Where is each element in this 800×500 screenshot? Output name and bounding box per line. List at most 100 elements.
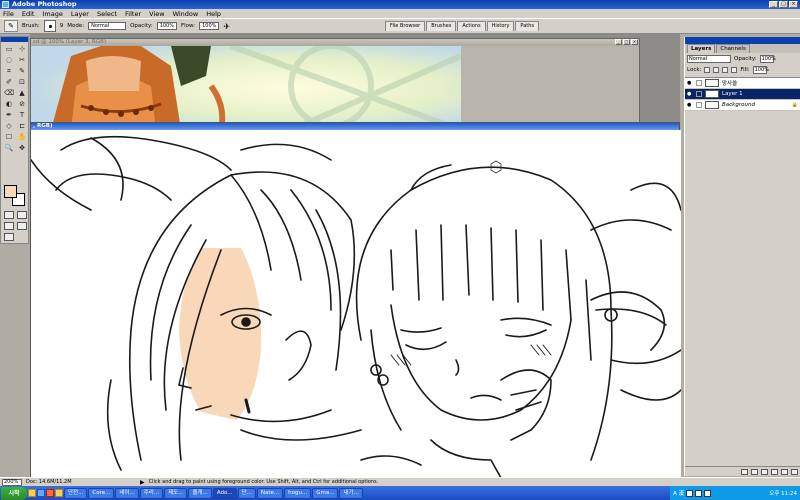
history-brush-tool-icon[interactable]: ▲ <box>16 88 28 98</box>
flow-input[interactable]: 100% <box>199 22 220 30</box>
slice-tool-icon[interactable]: ✎ <box>16 66 28 76</box>
layers-palette-header[interactable] <box>685 37 800 44</box>
taskbar-window-button-active[interactable]: Ado... <box>212 487 237 499</box>
gradient-tool-icon[interactable]: ⊘ <box>16 99 28 109</box>
taskbar-window-button[interactable]: 올개... <box>188 487 212 499</box>
blur-tool-icon[interactable]: ✒ <box>3 110 15 120</box>
layer-row[interactable]: ● 망사쓸 <box>685 78 800 89</box>
lock-all-checkbox[interactable] <box>731 66 738 73</box>
tab-paths[interactable]: Paths <box>515 21 539 31</box>
fill-input[interactable]: 100% <box>752 65 769 74</box>
lock-image-checkbox[interactable] <box>713 66 720 73</box>
menu-file[interactable]: File <box>3 10 14 18</box>
active-document-title-bar[interactable]: , RGB) <box>31 123 679 130</box>
tray-volume-icon[interactable] <box>695 489 703 497</box>
healing-brush-tool-icon[interactable]: ✐ <box>3 77 15 87</box>
document-window-back[interactable]: sd @ 100% (Layer 3, RGB) _ □ × <box>30 38 640 130</box>
brush-tool-preset-icon[interactable]: ✎ <box>4 20 18 32</box>
jump-to-imageready-icon[interactable] <box>4 233 14 241</box>
lasso-tool-icon[interactable]: ◌ <box>3 55 15 65</box>
taskbar-window-button[interactable]: 주리... <box>139 487 164 499</box>
layer-row-selected[interactable]: ● Layer 1 <box>685 89 800 100</box>
document-size-info[interactable]: Doc: 14.6M/11.2M <box>26 479 136 485</box>
doc-close-button[interactable]: × <box>631 39 638 45</box>
opacity-input[interactable]: 100% <box>156 22 177 30</box>
taskbar-window-button[interactable]: Nate... <box>256 487 284 499</box>
quicklaunch-app-icon[interactable] <box>46 489 54 497</box>
document-title-bar[interactable]: sd @ 100% (Layer 3, RGB) _ □ × <box>31 39 639 46</box>
quicklaunch-folder-icon[interactable] <box>55 489 63 497</box>
clone-stamp-tool-icon[interactable]: ⌫ <box>3 88 15 98</box>
close-button[interactable]: × <box>789 1 798 8</box>
screen-mode-full-icon[interactable] <box>17 222 27 230</box>
blend-mode-select[interactable]: Normal <box>687 54 731 63</box>
zoom-level-input[interactable]: 200% <box>2 478 22 486</box>
eraser-tool-icon[interactable]: ◐ <box>3 99 15 109</box>
mode-select[interactable]: Normal <box>88 22 127 30</box>
layer-brush-icon[interactable] <box>696 91 702 97</box>
crop-tool-icon[interactable]: ⌗ <box>3 66 15 76</box>
layer-style-icon[interactable] <box>741 468 748 475</box>
tab-actions[interactable]: Actions <box>457 21 486 31</box>
quick-mask-mode-icon[interactable] <box>17 211 27 219</box>
status-menu-arrow-icon[interactable]: ▶ <box>140 479 145 486</box>
start-button[interactable]: 시작 <box>1 486 27 500</box>
quicklaunch-ie-icon[interactable] <box>37 489 45 497</box>
foreground-color[interactable] <box>4 185 17 198</box>
magic-wand-tool-icon[interactable]: ✂ <box>16 55 28 65</box>
taskbar-window-button[interactable]: 내가... <box>339 487 363 499</box>
tray-messenger-icon[interactable] <box>704 489 712 497</box>
lock-transparency-checkbox[interactable] <box>704 66 711 73</box>
taskbar-window-button[interactable]: 제도... <box>164 487 188 499</box>
brush-tool-icon[interactable]: ⊡ <box>16 77 28 87</box>
layer-link-icon[interactable] <box>696 80 702 86</box>
visibility-eye-icon[interactable]: ● <box>687 102 693 108</box>
layer-set-icon[interactable] <box>761 468 768 475</box>
screen-mode-standard-icon[interactable] <box>4 222 14 230</box>
dodge-tool-icon[interactable]: T <box>16 110 28 120</box>
layer-link-icon[interactable] <box>696 102 702 108</box>
tab-layers[interactable]: Layers <box>687 44 716 53</box>
tray-network-icon[interactable] <box>686 489 694 497</box>
tab-file-browser[interactable]: File Browser <box>385 21 426 31</box>
clock[interactable]: 오후 11:24 <box>769 489 797 497</box>
menu-edit[interactable]: Edit <box>22 10 35 18</box>
marquee-tool-icon[interactable]: ▭ <box>3 44 15 54</box>
layer-opacity-input[interactable]: 100% <box>759 54 776 63</box>
menu-view[interactable]: View <box>149 10 164 18</box>
taskbar-window-button[interactable]: 네이... <box>115 487 139 499</box>
move-tool-icon[interactable]: ⊹ <box>16 44 28 54</box>
taskbar-window-button[interactable]: 단전... <box>64 487 88 499</box>
minimize-button[interactable]: _ <box>769 1 778 8</box>
type-tool-icon[interactable]: ⊏ <box>16 121 28 131</box>
tab-history[interactable]: History <box>486 21 515 31</box>
airbrush-icon[interactable]: ✈ <box>223 22 230 31</box>
hand-tool-icon[interactable]: 🔍 <box>3 143 15 153</box>
visibility-eye-icon[interactable]: ● <box>687 80 693 86</box>
layer-row[interactable]: ● Background 🔒 <box>685 100 800 111</box>
path-selection-tool-icon[interactable]: ◇ <box>3 121 15 131</box>
tab-channels[interactable]: Channels <box>716 44 750 53</box>
pen-tool-icon[interactable]: ☐ <box>3 132 15 142</box>
doc-maximize-button[interactable]: □ <box>623 39 630 45</box>
menu-image[interactable]: Image <box>42 10 62 18</box>
taskbar-window-button[interactable]: Gma... <box>312 487 339 499</box>
trash-icon[interactable] <box>791 468 798 475</box>
adjustment-layer-icon[interactable] <box>771 468 778 475</box>
maximize-button[interactable]: □ <box>779 1 788 8</box>
document-window-active[interactable]: , RGB) <box>30 122 681 478</box>
menu-select[interactable]: Select <box>97 10 117 18</box>
doc-minimize-button[interactable]: _ <box>615 39 622 45</box>
lock-position-checkbox[interactable] <box>722 66 729 73</box>
brush-preview[interactable] <box>43 20 56 32</box>
shape-tool-icon[interactable]: ✋ <box>16 132 28 142</box>
zoom-tool-icon[interactable]: ✥ <box>16 143 28 153</box>
menu-window[interactable]: Window <box>173 10 199 18</box>
tab-brushes[interactable]: Brushes <box>426 21 457 31</box>
menu-help[interactable]: Help <box>206 10 221 18</box>
standard-mode-icon[interactable] <box>4 211 14 219</box>
taskbar-window-button[interactable]: Core... <box>88 487 115 499</box>
menu-filter[interactable]: Filter <box>125 10 141 18</box>
quicklaunch-folder-icon[interactable] <box>28 489 36 497</box>
artwork-canvas-back[interactable] <box>31 46 461 130</box>
